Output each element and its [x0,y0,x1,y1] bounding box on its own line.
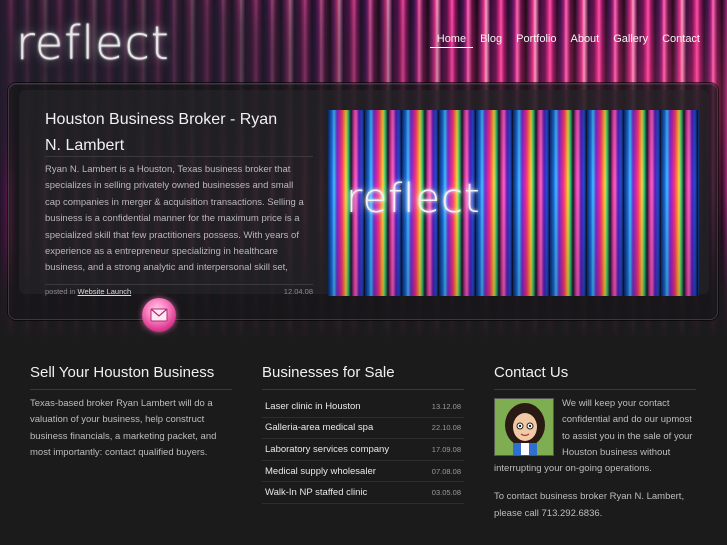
post-category-link[interactable]: Website Launch [78,287,132,296]
business-name[interactable]: Laser clinic in Houston [265,401,361,412]
post-excerpt: Ryan N. Lambert is a Houston, Texas busi… [45,164,304,280]
post-meta-prefix: posted in [45,287,76,296]
post-date: 12.04.08 [283,287,313,296]
business-date: 13.12.08 [431,401,461,411]
post-title[interactable]: Houston Business Broker - Ryan N. Lamber… [45,107,295,159]
business-date: 22.10.08 [431,423,461,433]
list-item[interactable]: Medical supply wholesaler 07.08.08 [262,461,464,483]
business-date: 03.05.08 [431,488,461,498]
business-name[interactable]: Walk-In NP staffed clinic [265,487,367,498]
list-item[interactable]: Laser clinic in Houston 13.12.08 [262,396,464,418]
sell-business-section: Sell Your Houston Business Texas-based b… [30,364,232,461]
businesses-for-sale-section: Businesses for Sale Laser clinic in Hous… [262,364,464,504]
featured-image[interactable]: reflect [328,110,699,296]
nav-item-gallery[interactable]: Gallery [606,31,655,48]
nav-item-portfolio[interactable]: Portfolio [509,31,563,48]
avatar [494,398,554,456]
contact-phone-text: To contact business broker Ryan N. Lambe… [494,491,685,519]
nav-item-home[interactable]: Home [429,31,474,48]
main-nav: Home Blog Portfolio About Gallery Contac… [429,31,707,48]
featured-post-panel: Houston Business Broker - Ryan N. Lamber… [8,83,718,320]
businesses-list: Laser clinic in Houston 13.12.08 Galleri… [262,396,464,504]
sell-business-heading: Sell Your Houston Business [30,364,232,390]
business-name[interactable]: Laboratory services company [265,444,389,455]
businesses-for-sale-heading: Businesses for Sale [262,364,464,390]
nav-item-blog[interactable]: Blog [473,31,509,48]
contact-section: Contact Us We will keep your contact con… [494,364,696,522]
list-item[interactable]: Galleria-area medical spa 22.10.08 [262,418,464,440]
contact-content: We will keep your contact confidential a… [494,396,696,522]
featured-image-logo: reflect [346,176,481,222]
business-name[interactable]: Galleria-area medical spa [265,422,373,433]
envelope-icon [150,308,168,322]
list-item[interactable]: Walk-In NP staffed clinic 03.05.08 [262,482,464,504]
business-date: 07.08.08 [431,466,461,476]
list-item[interactable]: Laboratory services company 17.09.08 [262,439,464,461]
avatar-illustration [495,399,553,455]
nav-item-contact[interactable]: Contact [655,31,707,48]
contact-heading: Contact Us [494,364,696,390]
site-logo[interactable]: reflect [16,16,170,70]
business-date: 17.09.08 [431,444,461,454]
nav-item-about[interactable]: About [563,31,606,48]
featured-post-inner: Houston Business Broker - Ryan N. Lamber… [19,90,709,296]
business-name[interactable]: Medical supply wholesaler [265,466,376,477]
mail-button[interactable] [142,298,176,332]
divider [45,156,313,157]
sell-business-text: Texas-based broker Ryan Lambert will do … [30,398,217,458]
post-meta: posted in Website Launch 12.04.08 [45,284,313,296]
